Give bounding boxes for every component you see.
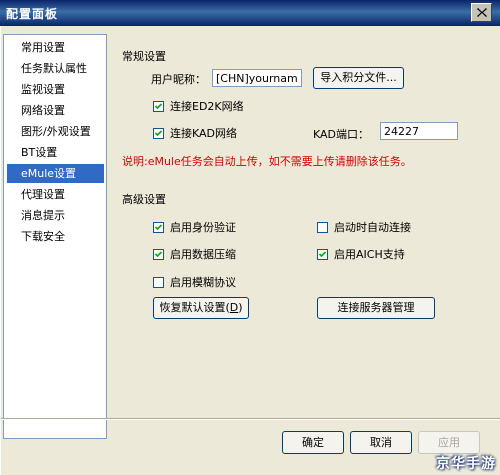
sidebar-item-emule[interactable]: eMule设置 [7, 164, 104, 183]
watermark-logo: 京华手游 [436, 456, 496, 472]
check-icon [154, 250, 163, 257]
autoconnect-checkbox-box[interactable] [317, 221, 328, 233]
footer-divider [1, 418, 500, 420]
check-icon [154, 102, 163, 109]
sidebar-item-appearance[interactable]: 图形/外观设置 [7, 122, 104, 141]
apply-button: 应用 [418, 431, 480, 454]
autoconnect-label: 启动时自动连接 [334, 221, 411, 234]
ed2k-label: 连接ED2K网络 [170, 100, 244, 113]
compression-label: 启用数据压缩 [170, 248, 236, 261]
ok-button[interactable]: 确定 [282, 431, 344, 454]
check-icon [154, 223, 163, 230]
advanced-section-title: 高级设置 [122, 193, 166, 206]
sidebar-item-common[interactable]: 常用设置 [7, 38, 104, 57]
sidebar-item-download-security[interactable]: 下载安全 [7, 227, 104, 246]
compression-checkbox[interactable]: 启用数据压缩 [153, 246, 236, 262]
aich-checkbox[interactable]: 启用AICH支持 [317, 246, 405, 262]
obfuscation-checkbox[interactable]: 启用模糊协议 [153, 274, 236, 290]
general-section-title: 常规设置 [122, 50, 166, 63]
autoconnect-checkbox[interactable]: 启动时自动连接 [317, 219, 411, 235]
check-icon [318, 250, 327, 257]
restore-defaults-button[interactable]: 恢复默认设置(D) [153, 297, 249, 319]
aich-checkbox-box[interactable] [317, 248, 328, 260]
nickname-label: 用户昵称： [151, 73, 206, 86]
import-credits-button[interactable]: 导入积分文件... [313, 67, 404, 89]
sidebar-item-bt[interactable]: BT设置 [7, 143, 104, 162]
kad-checkbox-box[interactable] [153, 127, 164, 139]
ed2k-checkbox[interactable]: 连接ED2K网络 [153, 98, 244, 114]
title-bar: 配置面板 [0, 0, 500, 26]
sidebar-item-notifications[interactable]: 消息提示 [7, 206, 104, 225]
obfuscation-label: 启用模糊协议 [170, 276, 236, 289]
kad-checkbox[interactable]: 连接KAD网络 [153, 125, 237, 141]
auth-label: 启用身份验证 [170, 221, 236, 234]
config-window: 常用设置 任务默认属性 监视设置 网络设置 图形/外观设置 BT设置 eMule… [0, 26, 500, 475]
kad-port-label: KAD端口： [313, 128, 370, 141]
nickname-input[interactable] [212, 69, 302, 87]
check-icon [154, 129, 163, 136]
close-icon [477, 8, 487, 17]
sidebar-item-task-defaults[interactable]: 任务默认属性 [7, 59, 104, 78]
sidebar-item-network[interactable]: 网络设置 [7, 101, 104, 120]
restore-defaults-label-end: ) [238, 301, 243, 314]
sidebar-item-monitor[interactable]: 监视设置 [7, 80, 104, 99]
close-button[interactable] [471, 3, 492, 22]
server-manage-button[interactable]: 连接服务器管理 [317, 297, 435, 319]
aich-label: 启用AICH支持 [334, 248, 405, 261]
sidebar-item-proxy[interactable]: 代理设置 [7, 185, 104, 204]
settings-nav: 常用设置 任务默认属性 监视设置 网络设置 图形/外观设置 BT设置 eMule… [3, 34, 107, 439]
cancel-button[interactable]: 取消 [350, 431, 412, 454]
obfuscation-checkbox-box[interactable] [153, 276, 164, 288]
restore-defaults-hotkey: D [229, 301, 239, 314]
settings-content: 常规设置 用户昵称： 导入积分文件... 连接ED2K网络 连接KAD网络 KA… [113, 34, 495, 439]
restore-defaults-label: 恢复默认设置( [159, 301, 230, 314]
upload-note: 说明:eMule任务会自动上传，如不需要上传请删除该任务。 [122, 155, 412, 168]
auth-checkbox-box[interactable] [153, 221, 164, 233]
auth-checkbox[interactable]: 启用身份验证 [153, 219, 236, 235]
kad-label: 连接KAD网络 [170, 127, 238, 140]
window-title: 配置面板 [6, 7, 59, 21]
compression-checkbox-box[interactable] [153, 248, 164, 260]
ed2k-checkbox-box[interactable] [153, 100, 164, 112]
kad-port-input[interactable] [380, 122, 458, 140]
